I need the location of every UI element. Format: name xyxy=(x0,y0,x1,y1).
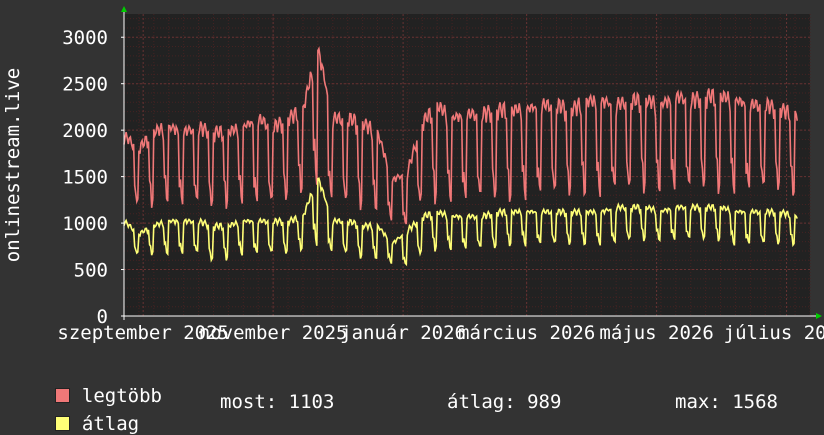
x-tick-labels: szeptember 2025november 2025január 2026m… xyxy=(57,322,824,344)
x-tick-label: január 2026 xyxy=(340,322,466,344)
x-tick-label: november 2025 xyxy=(199,322,348,344)
legend-swatch-avg xyxy=(54,416,70,431)
stat-maximum: max: 1568 xyxy=(675,391,778,413)
y-tick-label: 500 xyxy=(74,260,108,282)
y-tick-label: 3000 xyxy=(62,27,108,49)
y-axis-label: onlinestream.live xyxy=(2,68,24,262)
y-tick-label: 1000 xyxy=(62,213,108,235)
y-tick-label: 2500 xyxy=(62,74,108,96)
stat-average: átlag: 989 xyxy=(447,391,562,413)
x-tick-label: július 2026 xyxy=(724,322,824,344)
x-axis-arrow xyxy=(816,313,822,319)
x-tick-label: március 2026 xyxy=(458,322,595,344)
legend-label-avg: átlag xyxy=(81,413,140,435)
y-tick-label: 1500 xyxy=(62,167,108,189)
x-tick-label: május 2026 xyxy=(599,322,713,344)
legend-row-avg: átlag xyxy=(32,391,139,435)
y-tick-label: 2000 xyxy=(62,120,108,142)
y-axis-arrow xyxy=(121,6,127,12)
y-tick-labels: 050010001500200025003000 xyxy=(62,27,108,328)
stat-now: most: 1103 xyxy=(220,391,335,413)
